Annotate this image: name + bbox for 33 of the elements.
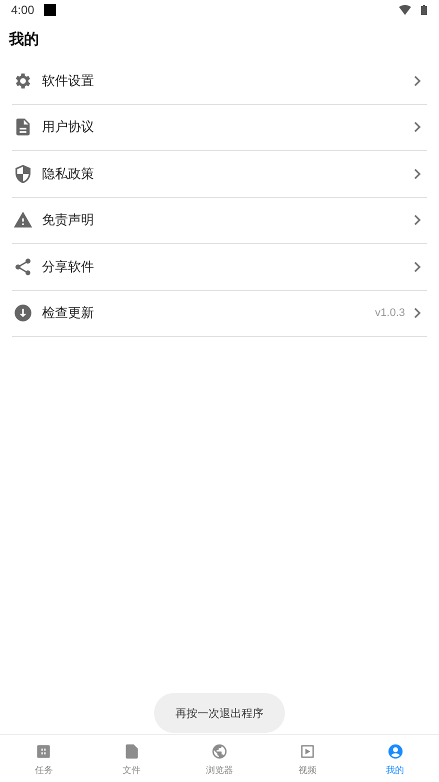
menu-item[interactable]: 免责声明 bbox=[12, 198, 427, 244]
menu-label: 检查更新 bbox=[42, 305, 95, 322]
menu-label: 免责声明 bbox=[42, 212, 95, 230]
version-text: v1.0.3 bbox=[375, 307, 405, 320]
globe-icon bbox=[210, 742, 228, 760]
share-icon bbox=[13, 256, 33, 277]
page-title: 我的 bbox=[8, 29, 40, 50]
menu-label: 软件设置 bbox=[42, 72, 95, 90]
person-icon bbox=[386, 742, 404, 760]
menu-label: 隐私政策 bbox=[42, 166, 95, 183]
status-time: 4:00 bbox=[11, 3, 34, 17]
menu-item[interactable]: 软件设置 bbox=[12, 58, 427, 104]
nav-tab[interactable]: 浏览器 bbox=[176, 735, 264, 782]
file-icon bbox=[123, 742, 140, 760]
menu-item[interactable]: 检查更新 v1.0.3 bbox=[12, 290, 427, 337]
menu-item[interactable]: 分享软件 bbox=[12, 244, 427, 290]
battery-icon bbox=[421, 5, 427, 15]
toast-message: 再按一次退出程序 bbox=[154, 693, 285, 733]
gear-icon bbox=[13, 70, 33, 91]
menu-label: 分享软件 bbox=[42, 258, 95, 276]
menu-item[interactable]: 隐私政策 bbox=[12, 151, 427, 198]
menu-label: 用户协议 bbox=[42, 119, 95, 136]
grid-icon bbox=[35, 742, 52, 760]
play-icon bbox=[298, 742, 316, 760]
wifi-icon bbox=[399, 5, 411, 15]
nav-tab[interactable]: 视频 bbox=[263, 735, 352, 782]
menu-item[interactable]: 用户协议 bbox=[12, 104, 427, 151]
notification-icon bbox=[44, 4, 56, 16]
shield-icon bbox=[13, 164, 33, 184]
nav-tab[interactable]: 文件 bbox=[88, 735, 176, 782]
warning-icon bbox=[13, 210, 33, 230]
download-icon bbox=[13, 303, 33, 324]
nav-tab[interactable]: 任务 bbox=[0, 735, 88, 782]
